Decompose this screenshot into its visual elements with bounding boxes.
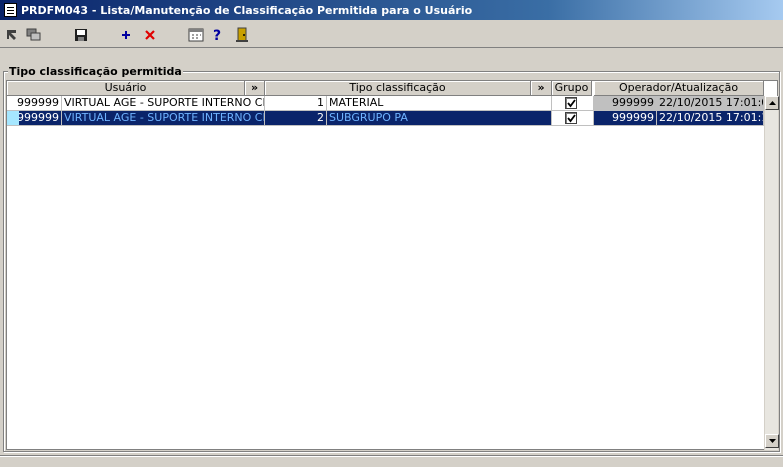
grupo-cell[interactable] xyxy=(552,111,594,126)
table-row-selected[interactable]: 999999 VIRTUAL AGE - SUPORTE INTERNO CIA… xyxy=(7,111,764,126)
grupo-checkbox[interactable] xyxy=(565,97,577,109)
table-row[interactable]: 999999 VIRTUAL AGE - SUPORTE INTERNO CIA… xyxy=(7,96,764,111)
user-name-cell[interactable]: VIRTUAL AGE - SUPORTE INTERNO CIAN xyxy=(62,96,265,111)
add-icon[interactable] xyxy=(116,25,136,45)
calendar-icon[interactable] xyxy=(186,25,206,45)
grupo-checkbox[interactable] xyxy=(565,112,577,124)
user-code-cell[interactable]: 999999 xyxy=(7,111,62,126)
data-atualizacao-cell: 22/10/2015 17:01:04 xyxy=(657,96,764,111)
scroll-up-button[interactable] xyxy=(765,96,779,110)
vertical-scrollbar[interactable] xyxy=(764,96,779,450)
operador-cell: 999999 xyxy=(594,111,657,126)
expand-usuario-button[interactable]: » xyxy=(245,81,265,96)
header-grupo[interactable]: Grupo xyxy=(552,81,592,96)
classification-grid: Usuário » Tipo classificação » Grupo Ope… xyxy=(6,80,779,450)
header-operador[interactable]: Operador/Atualização xyxy=(594,81,764,96)
arrow-up-icon xyxy=(768,101,776,105)
row-cursor-indicator xyxy=(7,111,19,125)
svg-text:?: ? xyxy=(213,28,221,43)
user-name-cell[interactable]: VIRTUAL AGE - SUPORTE INTERNO CIAN xyxy=(62,111,265,126)
group-title: Tipo classificação permitida xyxy=(8,65,183,78)
header-tipo-classificacao[interactable]: Tipo classificação xyxy=(265,81,531,96)
tipo-desc-cell[interactable]: SUBGRUPO PA xyxy=(327,111,552,126)
scroll-down-button[interactable] xyxy=(765,434,779,448)
help-icon[interactable]: ? xyxy=(208,25,228,45)
expand-tipo-button[interactable]: » xyxy=(531,81,552,96)
user-code-cell[interactable]: 999999 xyxy=(7,96,62,111)
operador-cell: 999999 xyxy=(594,96,657,111)
window-icon[interactable] xyxy=(24,25,44,45)
window-title: PRDFM043 - Lista/Manutenção de Classific… xyxy=(21,3,473,17)
tipo-code-cell[interactable]: 2 xyxy=(265,111,327,126)
exit-door-icon[interactable] xyxy=(232,25,252,45)
arrow-down-icon xyxy=(768,439,776,443)
data-atualizacao-cell: 22/10/2015 17:01:11 xyxy=(657,111,764,126)
back-arrow-icon[interactable] xyxy=(2,25,22,45)
toolbar: ? xyxy=(0,21,783,48)
delete-icon[interactable] xyxy=(140,25,160,45)
tipo-code-cell[interactable]: 1 xyxy=(265,96,327,111)
tipo-desc-cell[interactable]: MATERIAL xyxy=(327,96,552,111)
app-document-icon xyxy=(4,3,17,17)
title-bar: PRDFM043 - Lista/Manutenção de Classific… xyxy=(0,0,783,20)
status-bar xyxy=(0,455,783,467)
header-usuario[interactable]: Usuário xyxy=(7,81,245,96)
save-icon[interactable] xyxy=(71,25,91,45)
grupo-cell[interactable] xyxy=(552,96,594,111)
